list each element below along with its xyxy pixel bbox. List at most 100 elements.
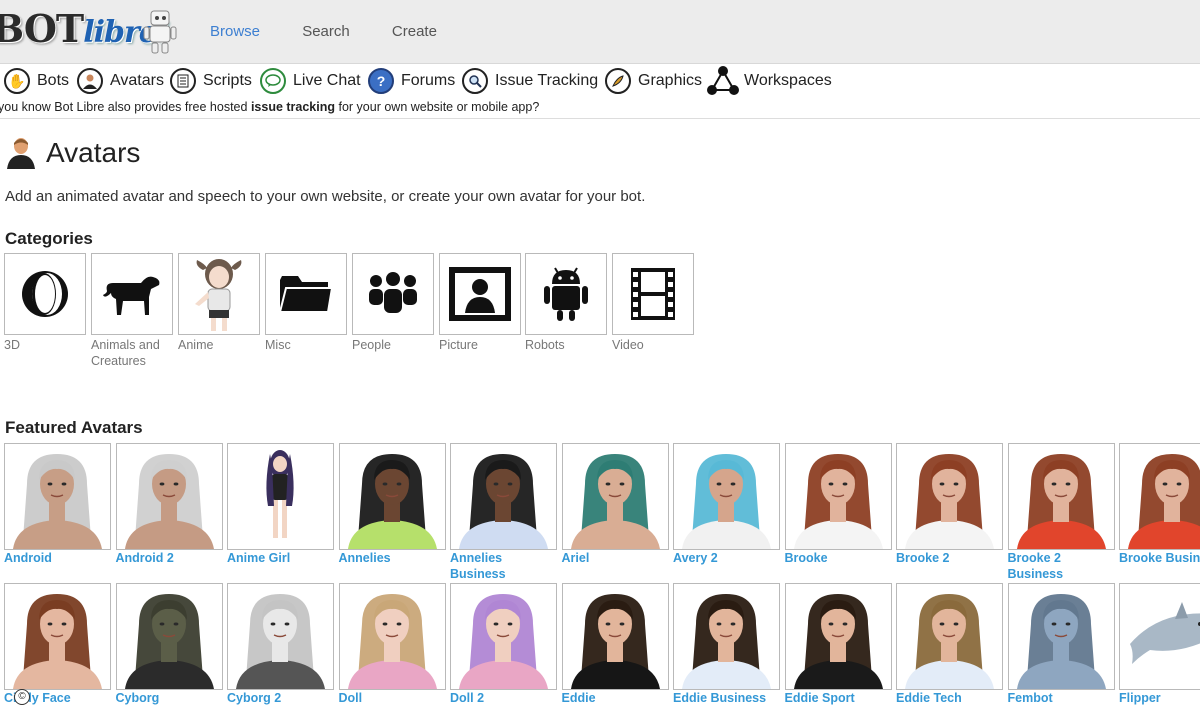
avatar-tile-eddie-tech[interactable] — [896, 583, 1003, 690]
avatar-tile-brooke-2-business[interactable] — [1007, 443, 1115, 550]
avatar-tile-flipper[interactable] — [1119, 583, 1200, 690]
android-icon — [544, 267, 588, 321]
avatar-name-android[interactable]: Android — [4, 550, 112, 566]
nav-browse[interactable]: Browse — [210, 23, 260, 40]
category-animals[interactable] — [91, 253, 173, 335]
avatar-portrait — [347, 594, 437, 689]
avatar-portrait — [13, 454, 102, 549]
avatar-tile-cyborg[interactable] — [115, 583, 223, 690]
avatar-name-eddie-tech[interactable]: Eddie Tech — [896, 690, 1004, 706]
avatar-name-brooke[interactable]: Brooke — [785, 550, 893, 566]
avatar-name-avery-2[interactable]: Avery 2 — [673, 550, 781, 566]
avatar-tile-annelies-business[interactable] — [450, 443, 557, 550]
avatar-tile-brooke-2[interactable] — [896, 443, 1003, 550]
avatar-tile-eddie-business[interactable] — [673, 583, 780, 690]
avatar-tile-anime-girl[interactable] — [227, 443, 334, 550]
page-description: Add an animated avatar and speech to you… — [5, 188, 646, 205]
workspaces-icon — [707, 66, 739, 96]
avatar-portrait — [1130, 602, 1200, 664]
category-label[interactable]: 3D — [4, 337, 86, 353]
dog-icon — [103, 276, 160, 315]
avatar-portrait — [1128, 454, 1200, 549]
avatar-tile-cyborg-2[interactable] — [227, 583, 334, 690]
nav-search[interactable]: Search — [302, 23, 350, 40]
avatar-name-android-2[interactable]: Android 2 — [116, 550, 224, 566]
avatar-name-brooke-2-business[interactable]: Brooke 2 Business — [1008, 550, 1116, 582]
avatar-name-eddie-sport[interactable]: Eddie Sport — [785, 690, 893, 706]
avatar-portrait — [793, 594, 883, 689]
subnav-label: Forums — [401, 72, 456, 89]
category-anime[interactable] — [178, 253, 260, 335]
category-video[interactable] — [612, 253, 694, 335]
avatar-name-fembot[interactable]: Fembot — [1008, 690, 1116, 706]
avatar-tile-ariel[interactable] — [561, 443, 669, 550]
avatar-tile-android-2[interactable] — [115, 443, 223, 550]
bots-icon: ✋ — [4, 68, 30, 94]
avatar-tile-avery-2[interactable] — [673, 443, 780, 550]
avatar-name-annelies[interactable]: Annelies — [339, 550, 447, 566]
avatar-name-flipper[interactable]: Flipper — [1119, 690, 1200, 706]
avatars-icon — [77, 68, 103, 94]
page-title: Avatars — [6, 137, 140, 169]
avatar-tile-fembot[interactable] — [1007, 583, 1115, 690]
subnav-avatars[interactable]: Avatars — [77, 66, 164, 96]
avatar-name-annelies-business[interactable]: Annelies Business — [450, 550, 558, 582]
avatar-portrait — [570, 454, 660, 549]
avatar-tile-brooke[interactable] — [784, 443, 892, 550]
avatar-portrait — [793, 454, 883, 549]
category-label[interactable]: Anime — [178, 337, 260, 353]
nav-create[interactable]: Create — [392, 23, 437, 40]
avatar-name-brooke-2[interactable]: Brooke 2 — [896, 550, 1004, 566]
subnav-scripts[interactable]: Scripts — [170, 66, 252, 96]
avatar-name-eddie-business[interactable]: Eddie Business — [673, 690, 781, 706]
avatar-tile-eddie-sport[interactable] — [784, 583, 892, 690]
category-label[interactable]: Video — [612, 337, 694, 353]
avatar-tile-annelies[interactable] — [338, 443, 446, 550]
section-nav: ✋ Bots Avatars Scripts Live Chat ? Forums … — [0, 64, 1200, 98]
top-header: BOTlibre! Browse Search Create — [0, 0, 1200, 64]
subnav-graphics[interactable]: Graphics — [605, 66, 702, 96]
avatar-name-eddie[interactable]: Eddie — [562, 690, 670, 706]
subnav-issue-tracking[interactable]: Issue Tracking — [462, 66, 598, 96]
avatar-portrait — [124, 454, 214, 549]
avatar-name-cyborg[interactable]: Cyborg — [116, 690, 224, 706]
category-3d[interactable] — [4, 253, 86, 335]
category-robots[interactable] — [525, 253, 607, 335]
subnav-forums[interactable]: ? Forums — [368, 66, 455, 96]
category-label[interactable]: Picture — [439, 337, 521, 353]
category-people[interactable] — [352, 253, 434, 335]
graphics-icon — [605, 68, 631, 94]
category-picture[interactable] — [439, 253, 521, 335]
forums-icon: ? — [368, 68, 394, 94]
anime-girl-icon — [195, 259, 242, 331]
avatar-tile-android[interactable] — [4, 443, 111, 550]
subnav-live-chat[interactable]: Live Chat — [260, 66, 361, 96]
avatar-tile-eddie[interactable] — [561, 583, 669, 690]
issue-tracking-icon — [462, 68, 488, 94]
avatar-portrait — [347, 454, 437, 549]
avatar-name-cyborg-2[interactable]: Cyborg 2 — [227, 690, 335, 706]
avatar-name-doll-2[interactable]: Doll 2 — [450, 690, 558, 706]
avatar-portrait — [1016, 594, 1106, 689]
subnav-bots[interactable]: ✋ Bots — [4, 66, 69, 96]
category-label[interactable]: Robots — [525, 337, 607, 353]
avatar-name-doll[interactable]: Doll — [339, 690, 447, 706]
page-title-text: Avatars — [46, 137, 141, 168]
subnav-label: Scripts — [203, 72, 252, 89]
category-misc[interactable] — [265, 253, 347, 335]
avatar-tile-brooke-business[interactable] — [1119, 443, 1200, 550]
copyright-icon: © — [14, 689, 30, 705]
subnav-label: Issue Tracking — [495, 72, 599, 89]
avatar-name-ariel[interactable]: Ariel — [562, 550, 670, 566]
subnav-workspaces[interactable]: Workspaces — [707, 66, 832, 96]
avatar-portrait — [570, 594, 660, 689]
category-label[interactable]: Animals and Creatures — [91, 337, 173, 369]
category-label[interactable]: Misc — [265, 337, 347, 353]
avatar-name-brooke-business[interactable]: Brooke Business — [1119, 550, 1200, 566]
avatar-tile-cindy-face[interactable] — [4, 583, 111, 690]
category-label[interactable]: People — [352, 337, 434, 353]
notice-link[interactable]: issue tracking — [251, 100, 335, 114]
avatar-name-anime-girl[interactable]: Anime Girl — [227, 550, 335, 566]
avatar-tile-doll[interactable] — [338, 583, 446, 690]
avatar-tile-doll-2[interactable] — [450, 583, 557, 690]
